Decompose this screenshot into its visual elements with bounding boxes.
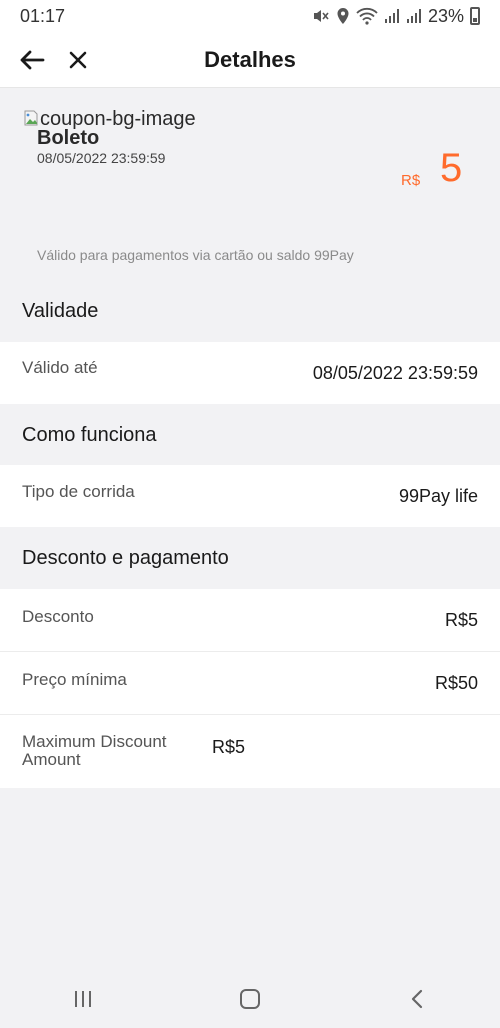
back-button[interactable] [10, 38, 54, 82]
row-label: Preço mínima [22, 669, 127, 689]
row-tipo-de-corrida: Tipo de corrida 99Pay life [0, 465, 500, 527]
row-maximum-discount: Maximum Discount Amount R$5 [0, 715, 500, 788]
mute-icon [313, 10, 329, 22]
section-header-validade: Validade [0, 284, 500, 338]
app-bar: Detalhes [0, 32, 500, 88]
close-icon [69, 51, 87, 68]
home-button[interactable] [220, 977, 280, 1021]
row-label: Tipo de corrida [22, 482, 135, 501]
battery-icon [470, 7, 480, 25]
row-label: Maximum Discount Amount [22, 732, 167, 769]
battery-percent: 23% [427, 5, 464, 26]
row-label: Desconto [22, 606, 94, 626]
close-button[interactable] [56, 38, 100, 82]
status-icons: 23% [312, 6, 480, 27]
coupon-title: Boleto [37, 127, 100, 149]
row-valido-ate: Válido até 08/05/2022 23:59:59 [0, 342, 500, 404]
row-value: R$5 [212, 737, 246, 757]
section-header-como-funciona: Como funciona [0, 408, 500, 462]
signal-icon [384, 9, 399, 23]
row-label: Válido até [22, 358, 98, 377]
row-value: R$50 [434, 673, 478, 693]
coupon-date: 08/05/2022 23:59:59 [37, 150, 166, 166]
coupon-note: Válido para pagamentos via cartão ou sal… [37, 247, 354, 263]
coupon-value: 5 [440, 146, 463, 190]
status-time: 01:17 [20, 5, 66, 26]
section-header-desconto-pagamento: Desconto e pagamento [0, 531, 500, 585]
location-icon [337, 8, 349, 24]
back-chevron-icon [411, 989, 422, 1009]
row-value: 08/05/2022 23:59:59 [312, 362, 478, 383]
back-arrow-icon [20, 50, 45, 69]
wifi-icon [356, 7, 378, 25]
row-value: R$5 [444, 610, 478, 630]
broken-image-icon [24, 110, 38, 126]
row-desconto: Desconto R$5 [0, 589, 500, 652]
row-value: 99Pay life [398, 485, 478, 506]
home-icon [239, 989, 260, 1009]
signal-icon [406, 9, 421, 23]
row-preco-minima: Preço mínima R$50 [0, 652, 500, 715]
system-nav-bar [0, 970, 500, 1028]
status-bar: 01:17 23% [0, 0, 500, 32]
nav-back-button[interactable] [387, 977, 447, 1021]
recents-icon [75, 991, 92, 1007]
coupon-currency: R$ [401, 172, 421, 189]
recents-button[interactable] [53, 977, 113, 1021]
